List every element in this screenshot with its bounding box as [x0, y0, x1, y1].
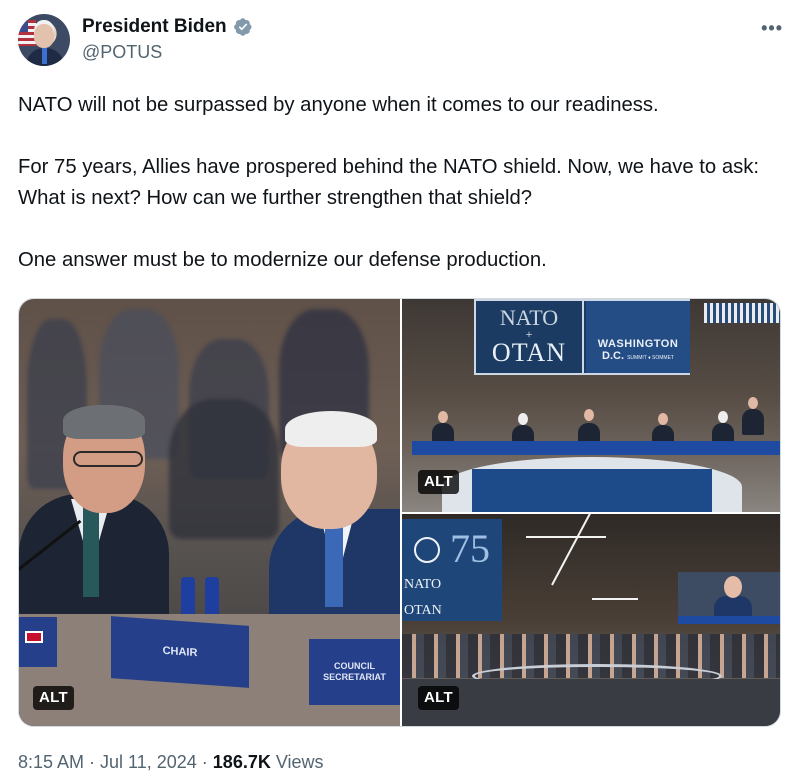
tweet-meta: 8:15 AM · Jul 11, 2024 · 186.7K Views [18, 752, 324, 773]
photo-starmer-biden[interactable]: CHAIR COUNCIL SECRETARIAT ALT [19, 299, 400, 726]
tweet-header: President Biden @POTUS ••• [18, 14, 783, 70]
tweet-time[interactable]: 8:15 AM [18, 752, 84, 773]
banner-otan: OTAN [491, 338, 567, 367]
screen-person-body [714, 596, 752, 618]
capitol-graphic [704, 303, 780, 323]
delegate-head [718, 411, 728, 423]
banner-summit: SUMMIT ♦ SOMMET [627, 355, 674, 361]
more-options-icon[interactable]: ••• [761, 18, 783, 39]
delegate-head [658, 413, 668, 425]
banner-dc: D.C. SUMMIT ♦ SOMMET [602, 350, 674, 362]
banner-right: WASHINGTON D.C. SUMMIT ♦ SOMMET [586, 301, 780, 373]
delegate-head [748, 397, 758, 409]
delegate-head [518, 413, 528, 425]
delegate [742, 409, 764, 435]
photo-summit-hall[interactable]: 75 NATO OTAN ALT [402, 514, 780, 726]
name-row: President Biden [82, 16, 253, 38]
banner-left: NATO + OTAN [476, 301, 584, 373]
uk-flag [25, 631, 43, 643]
meta-separator: · [201, 752, 208, 772]
screen-person-head [724, 576, 742, 598]
views-label: Views [275, 752, 324, 772]
tweet-date[interactable]: Jul 11, 2024 [100, 752, 197, 773]
screen-number: 75 [450, 526, 490, 571]
alt-badge[interactable]: ALT [418, 470, 459, 494]
alt-badge[interactable]: ALT [33, 686, 74, 710]
screen-otan: OTAN [404, 603, 442, 618]
banner-city: WASHINGTON [597, 338, 679, 350]
tweet-paragraph: One answer must be to modernize our defe… [18, 249, 547, 271]
light-line [526, 536, 606, 538]
floor-logo [472, 469, 712, 512]
glasses [73, 451, 143, 467]
tweet-paragraph: For 75 years, Allies have prospered behi… [18, 156, 765, 209]
video-screen [678, 572, 780, 624]
user-handle[interactable]: @POTUS [82, 42, 162, 63]
avatar[interactable] [18, 14, 70, 66]
light-line [551, 514, 605, 586]
light-line [592, 598, 638, 600]
background-person [169, 399, 279, 539]
banner-dc-text: D.C. [602, 350, 625, 362]
delegate-head [438, 411, 448, 423]
person-hair [285, 411, 377, 447]
photo-summit-table[interactable]: NATO + OTAN WASHINGTON D.C. SUMMIT ♦ SOM… [402, 299, 780, 512]
summit-screen: 75 NATO OTAN [402, 519, 502, 621]
media-grid: CHAIR COUNCIL SECRETARIAT ALT NATO + OTA… [18, 298, 781, 727]
screen-nato: NATO [404, 577, 442, 592]
views-count[interactable]: 186.7K [213, 752, 271, 773]
person-tie [83, 507, 99, 597]
person-tie [325, 527, 343, 607]
meta-separator: · [89, 752, 96, 772]
tweet-paragraph: NATO will not be surpassed by anyone whe… [18, 94, 659, 116]
nato-compass-icon [414, 537, 440, 563]
name-plate-council: COUNCIL SECRETARIAT [309, 639, 400, 705]
conference-table [412, 441, 780, 455]
screen-bar [678, 616, 780, 624]
banner-nato: NATO [499, 305, 559, 330]
person-hair [63, 405, 145, 439]
avatar-face [34, 24, 54, 48]
name-plate-chair: CHAIR [111, 616, 249, 688]
summit-banner: NATO + OTAN WASHINGTON D.C. SUMMIT ♦ SOM… [474, 299, 780, 375]
display-name[interactable]: President Biden [82, 16, 227, 38]
avatar-tie [42, 48, 47, 64]
alt-badge[interactable]: ALT [418, 686, 459, 710]
delegate-head [584, 409, 594, 421]
verified-badge-icon[interactable] [233, 17, 253, 37]
tweet-text: NATO will not be surpassed by anyone whe… [18, 90, 783, 276]
